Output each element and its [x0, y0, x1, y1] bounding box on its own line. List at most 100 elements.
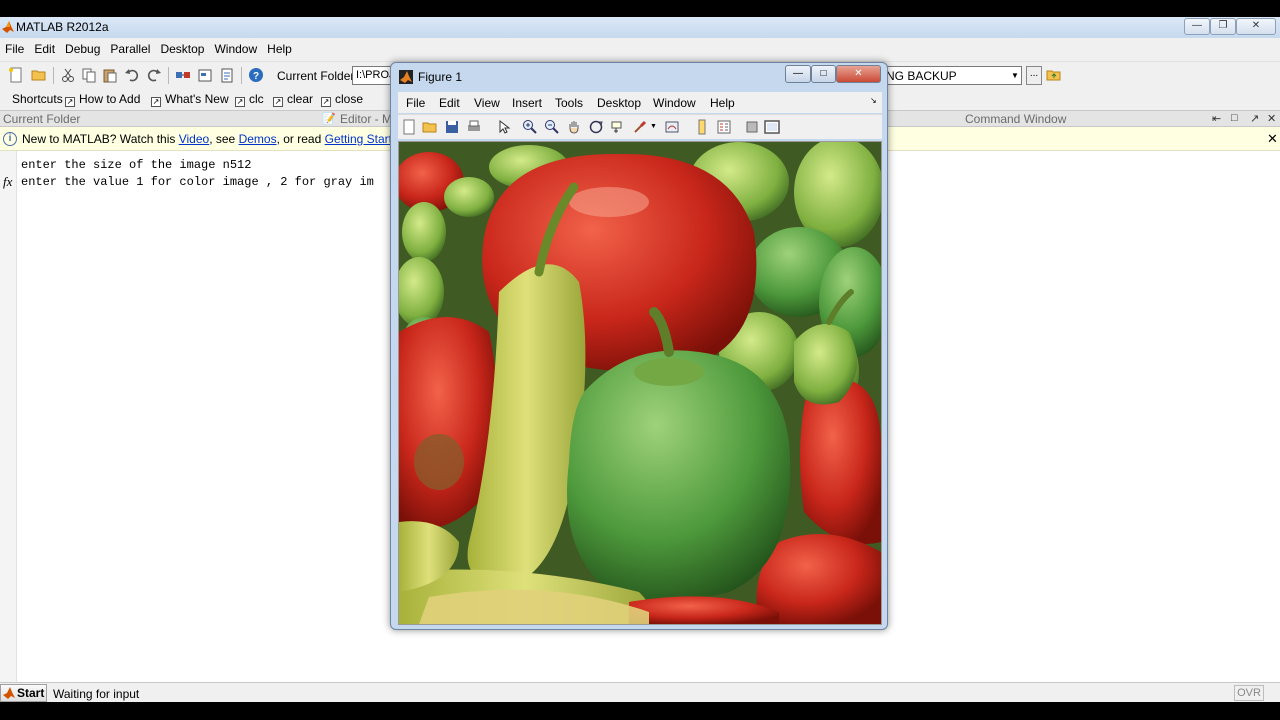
shortcut-label: close: [335, 92, 364, 106]
data-cursor-icon[interactable]: [610, 119, 626, 135]
figure-menu-bar: File Edit View Insert Tools Desktop Wind…: [398, 92, 882, 113]
chevron-down-icon[interactable]: ▼: [1008, 67, 1022, 84]
panel-maximize-icon[interactable]: □: [1231, 112, 1238, 124]
shortcuts-label: Shortcuts: [12, 92, 63, 106]
undo-icon[interactable]: [124, 67, 140, 83]
editor-panel-title[interactable]: Editor - M: [340, 112, 392, 126]
profiler-icon[interactable]: [219, 67, 235, 83]
guide-icon[interactable]: [197, 67, 213, 83]
shortcuts-button[interactable]: Shortcuts: [12, 92, 63, 106]
hide-plot-tools-icon[interactable]: [744, 119, 760, 135]
panel-close-icon[interactable]: ✕: [1267, 112, 1276, 125]
function-prompt-icon[interactable]: fx: [3, 174, 12, 190]
paste-icon[interactable]: [102, 67, 118, 83]
help-icon[interactable]: ?: [248, 67, 264, 83]
figure-menu-desktop[interactable]: Desktop: [597, 96, 641, 110]
menu-edit[interactable]: Edit: [29, 39, 60, 59]
shortcut-whats-new[interactable]: ↗ What's New: [151, 92, 229, 107]
redo-icon[interactable]: [146, 67, 162, 83]
figure-menu-tools[interactable]: Tools: [555, 96, 583, 110]
figure-menu-view[interactable]: View: [474, 96, 500, 110]
matlab-logo-icon: [2, 21, 14, 33]
figure-menu-edit[interactable]: Edit: [439, 96, 460, 110]
current-folder-panel-title[interactable]: Current Folder: [3, 112, 80, 126]
zoom-out-icon[interactable]: [544, 119, 560, 135]
print-icon[interactable]: [466, 119, 482, 135]
figure-toolbar: ▼: [398, 114, 882, 139]
command-output-line: enter the value 1 for color image , 2 fo…: [21, 175, 374, 189]
video-link[interactable]: Video: [179, 132, 209, 146]
simulink-icon[interactable]: [175, 67, 191, 83]
new-file-icon[interactable]: [8, 67, 24, 83]
shortcut-how-to-add[interactable]: ↗ How to Add: [65, 92, 140, 107]
colorbar-icon[interactable]: [694, 119, 710, 135]
shortcut-clear[interactable]: ↗ clear: [273, 92, 313, 107]
pan-hand-icon[interactable]: [566, 119, 582, 135]
edit-plot-arrow-icon[interactable]: [496, 119, 512, 135]
info-text-prefix: New to MATLAB? Watch this: [22, 132, 179, 146]
info-icon: i: [3, 132, 17, 146]
info-message: New to MATLAB? Watch this Video, see Dem…: [22, 132, 409, 146]
shortcut-label: How to Add: [79, 92, 141, 106]
menu-file[interactable]: File: [0, 39, 29, 59]
title-bar: MATLAB R2012a — ❐ ✕: [0, 17, 1280, 38]
command-output-line: enter the size of the image n512: [21, 158, 252, 172]
legend-icon[interactable]: [716, 119, 732, 135]
current-folder-label: Current Folder:: [277, 69, 358, 83]
toolbar-separator: [168, 67, 169, 84]
figure-menu-window[interactable]: Window: [653, 96, 696, 110]
command-window-panel-title[interactable]: Command Window: [965, 112, 1066, 126]
demos-link[interactable]: Demos: [239, 132, 277, 146]
info-text-separator: , see: [209, 132, 239, 146]
figure-minimize-button[interactable]: —: [785, 65, 811, 83]
open-file-icon[interactable]: [422, 119, 438, 135]
close-icon: ✕: [1251, 20, 1261, 31]
figure-title: Figure 1: [418, 70, 463, 84]
menu-window[interactable]: Window: [209, 39, 262, 59]
figure-menu-help[interactable]: Help: [710, 96, 735, 110]
minimize-icon: —: [793, 68, 803, 79]
window-title: MATLAB R2012a: [16, 20, 109, 34]
browse-folder-button[interactable]: ...: [1026, 66, 1042, 85]
open-folder-icon[interactable]: [31, 67, 47, 83]
shortcut-label: clear: [287, 92, 314, 106]
menu-help[interactable]: Help: [262, 39, 297, 59]
figure-menu-dock-icon[interactable]: ↘: [870, 96, 877, 105]
peppers-image: [399, 142, 881, 624]
start-label: Start: [17, 686, 45, 700]
figure-menu-file[interactable]: File: [406, 96, 425, 110]
figure-image-axes[interactable]: [398, 141, 882, 625]
command-gutter: [0, 151, 17, 682]
new-figure-icon[interactable]: [401, 119, 417, 135]
start-button[interactable]: Start: [0, 684, 47, 702]
close-icon[interactable]: ✕: [1267, 131, 1278, 147]
panel-undock-icon[interactable]: ↗: [1250, 112, 1259, 125]
chevron-down-icon[interactable]: ▼: [650, 123, 657, 130]
folder-up-icon[interactable]: [1046, 67, 1062, 83]
show-plot-tools-icon[interactable]: [764, 119, 780, 135]
brush-icon[interactable]: [632, 119, 648, 135]
shortcut-icon: ↗: [273, 97, 283, 107]
figure-menu-insert[interactable]: Insert: [512, 96, 542, 110]
figure-window: Figure 1 — □ ✕ File Edit View Insert Too…: [390, 62, 888, 630]
close-window-button[interactable]: ✕: [1236, 18, 1276, 35]
shortcut-close[interactable]: ↗ close: [321, 92, 363, 107]
save-icon[interactable]: [444, 119, 460, 135]
copy-icon[interactable]: [81, 67, 97, 83]
maximize-button[interactable]: ❐: [1210, 18, 1236, 35]
figure-close-button[interactable]: ✕: [836, 65, 881, 83]
menu-debug[interactable]: Debug: [60, 39, 105, 59]
cut-icon[interactable]: [60, 67, 76, 83]
zoom-in-icon[interactable]: [522, 119, 538, 135]
figure-maximize-button[interactable]: □: [811, 65, 836, 83]
link-plot-icon[interactable]: [664, 119, 680, 135]
shortcut-clc[interactable]: ↗ clc: [235, 92, 264, 107]
menu-parallel[interactable]: Parallel: [105, 39, 155, 59]
rotate-3d-icon[interactable]: [588, 119, 604, 135]
shortcut-icon: ↗: [65, 97, 75, 107]
shortcut-label: What's New: [165, 92, 229, 106]
shortcut-icon: ↗: [151, 97, 161, 107]
menu-desktop[interactable]: Desktop: [155, 39, 209, 59]
panel-menu-icon[interactable]: ⇤: [1212, 112, 1221, 125]
minimize-button[interactable]: —: [1184, 18, 1210, 35]
